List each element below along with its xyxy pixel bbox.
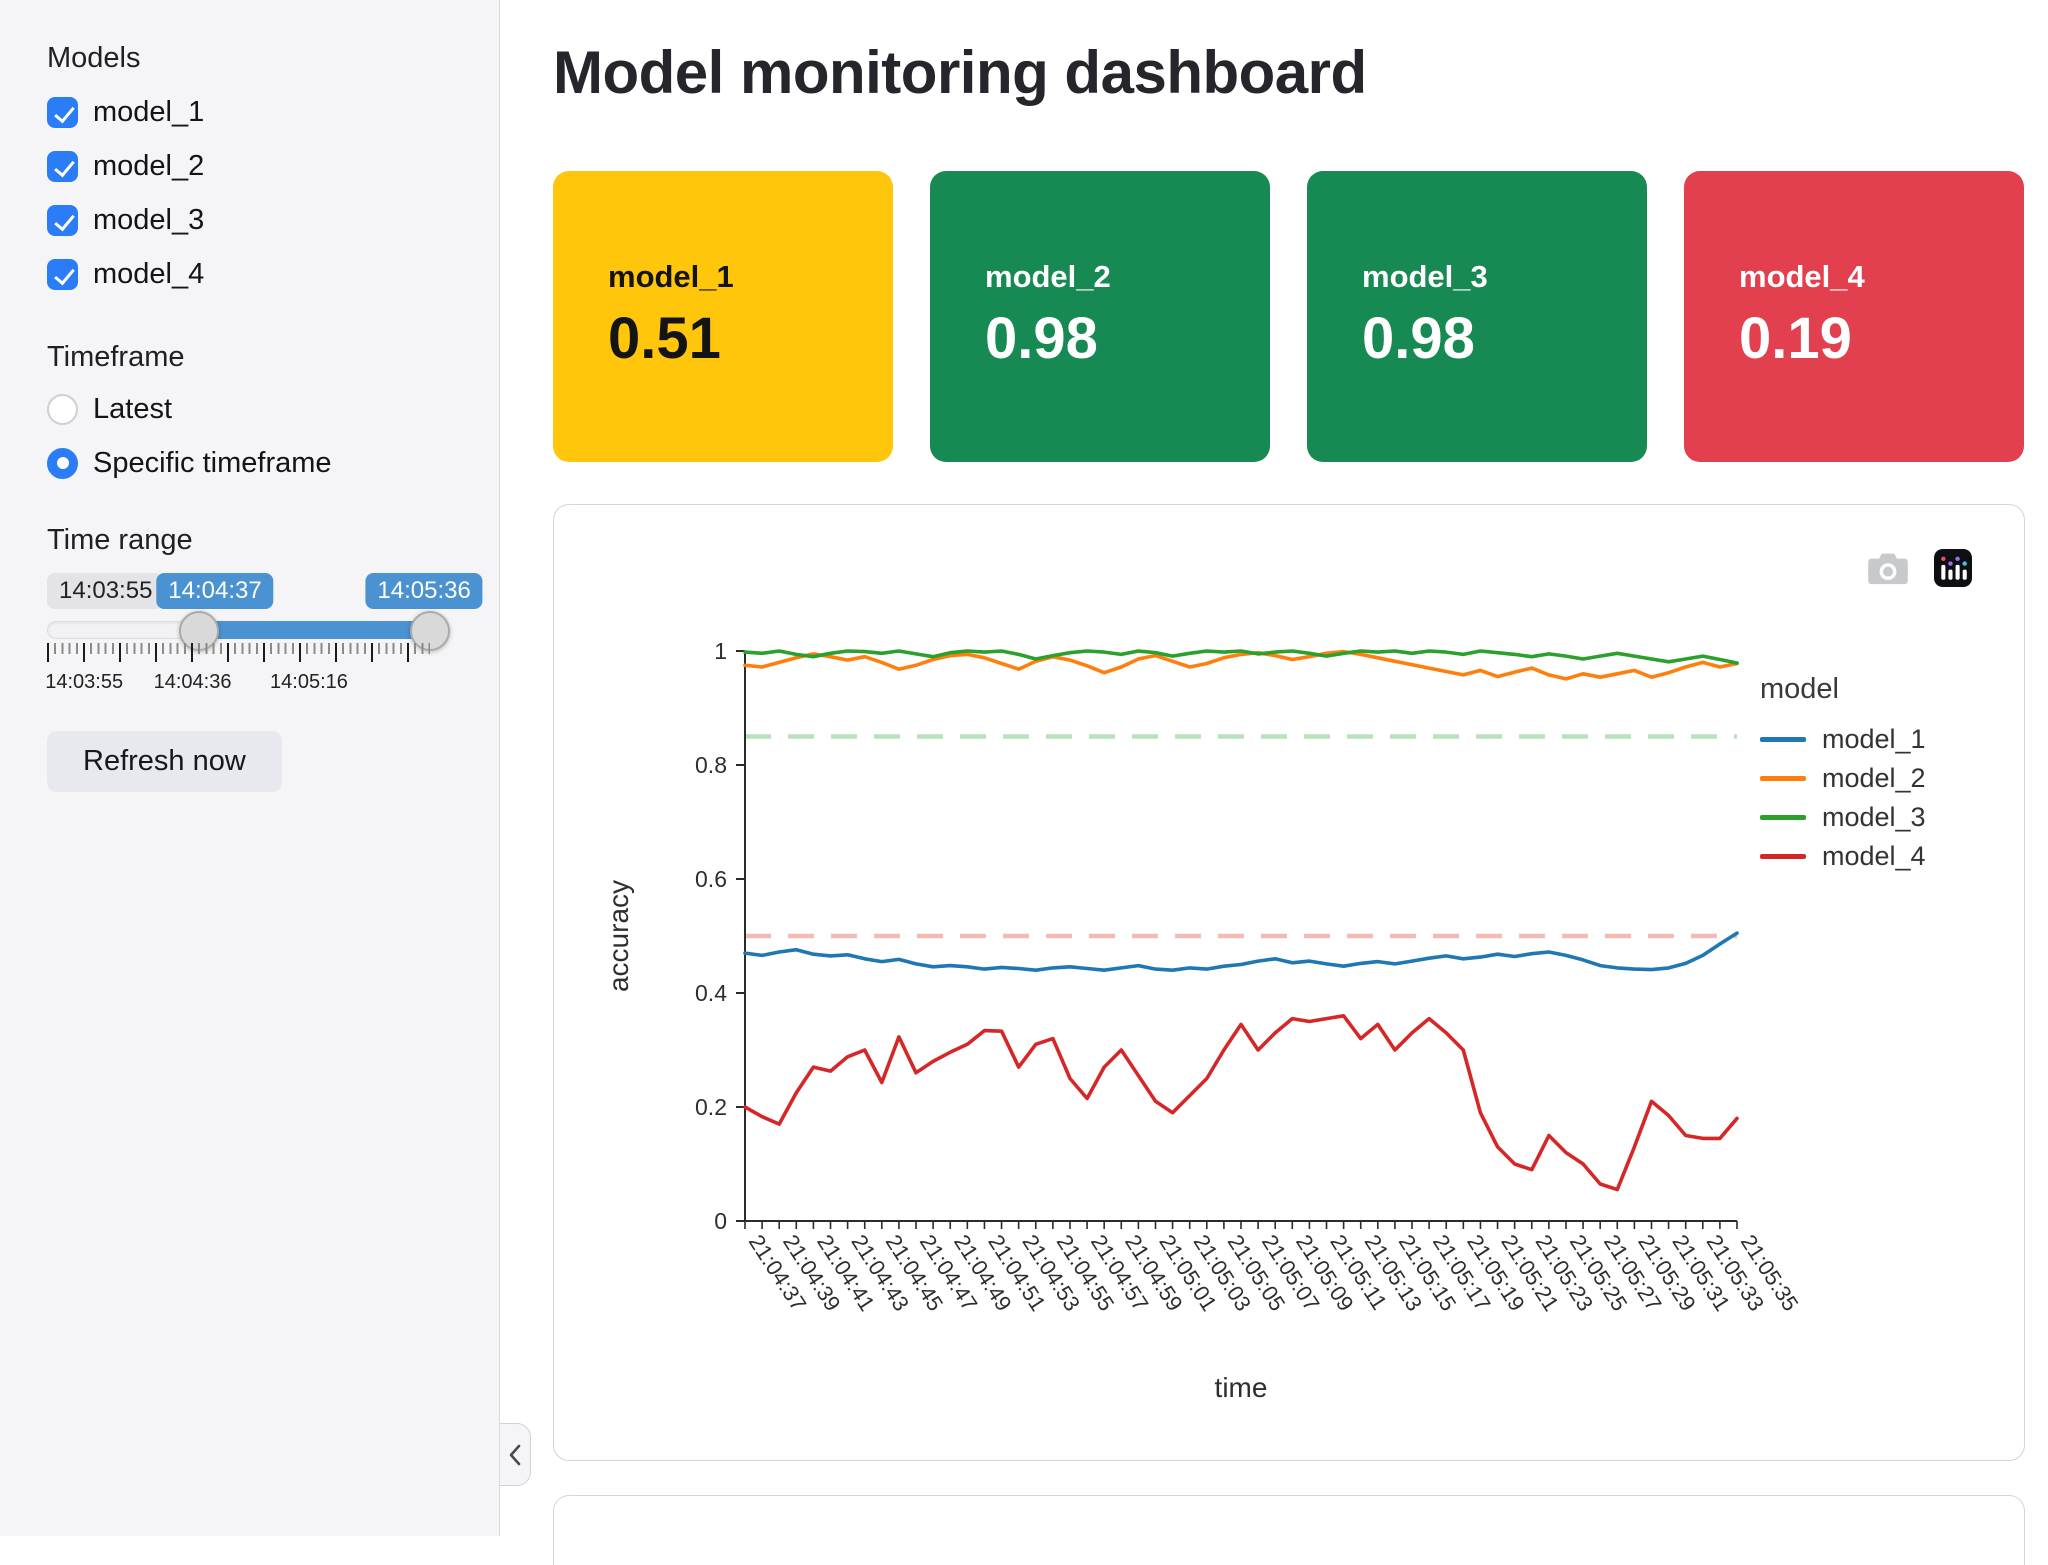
legend-label: model_4	[1822, 841, 1926, 871]
metric-card-model-1: model_1 0.51	[553, 171, 893, 462]
checkbox-label: model_1	[93, 95, 205, 128]
slider-axis-labels: 14:03:55 14:04:36 14:05:16	[45, 671, 430, 695]
checkbox-icon[interactable]	[47, 258, 78, 290]
legend-title: model	[1760, 673, 1839, 705]
plotly-modebar	[1868, 549, 1972, 587]
sidebar: Models model_1 model_2 model_3 model_4 T…	[0, 0, 500, 1536]
radio-specific-timeframe[interactable]: Specific timeframe	[47, 442, 499, 484]
metric-label: model_3	[1362, 259, 1488, 294]
radio-latest[interactable]: Latest	[47, 388, 499, 430]
plotly-logo-icon[interactable]	[1934, 549, 1972, 587]
checkbox-label: model_4	[93, 257, 205, 290]
slider-major-ticks	[47, 643, 430, 662]
metric-value: 0.98	[1362, 306, 1475, 371]
svg-text:0.8: 0.8	[695, 752, 727, 778]
svg-text:0.4: 0.4	[695, 980, 727, 1006]
svg-text:0.6: 0.6	[695, 866, 727, 892]
chart-legend: model model_1 model_2 model_3 model_4	[1760, 673, 2020, 876]
legend-label: model_2	[1822, 763, 1926, 793]
legend-swatch	[1760, 854, 1806, 859]
metric-card-model-2: model_2 0.98	[930, 171, 1270, 462]
main-content: Model monitoring dashboard model_1 0.51 …	[501, 0, 2048, 1565]
svg-text:0: 0	[714, 1208, 727, 1234]
model-checkbox-group: model_1 model_2 model_3 model_4	[47, 91, 499, 295]
time-range-section-label: Time range	[47, 524, 193, 556]
slider-axis-label: 14:05:16	[270, 671, 348, 693]
radio-label: Specific timeframe	[93, 446, 332, 479]
svg-text:1: 1	[714, 638, 727, 664]
camera-icon[interactable]	[1868, 552, 1908, 585]
checkbox-model-3[interactable]: model_3	[47, 199, 499, 241]
metric-value: 0.98	[985, 306, 1098, 371]
app-root: Models model_1 model_2 model_3 model_4 T…	[0, 0, 2048, 1565]
metric-value: 0.51	[608, 306, 721, 371]
legend-item-model_4[interactable]: model_4	[1760, 837, 2020, 876]
legend-item-model_1[interactable]: model_1	[1760, 720, 2020, 759]
timeframe-radio-group: Latest Specific timeframe	[47, 388, 499, 484]
radio-icon[interactable]	[47, 393, 78, 425]
slider-tick-ruler	[47, 643, 430, 663]
metric-value: 0.19	[1739, 306, 1852, 371]
metric-label: model_2	[985, 259, 1111, 294]
legend-label: model_1	[1822, 724, 1926, 754]
legend-item-model_3[interactable]: model_3	[1760, 798, 2020, 837]
slider-axis-label: 14:03:55	[45, 671, 124, 693]
metric-card-model-3: model_3 0.98	[1307, 171, 1647, 462]
timeframe-section-label: Timeframe	[47, 341, 185, 373]
checkbox-icon[interactable]	[47, 204, 78, 236]
svg-text:0.2: 0.2	[695, 1094, 727, 1120]
page-title: Model monitoring dashboard	[553, 39, 1367, 106]
slider-upper-value: 14:05:36	[365, 573, 483, 609]
svg-text:time: time	[1215, 1372, 1268, 1403]
svg-text:accuracy: accuracy	[603, 880, 634, 992]
slider-axis-label: 14:04:36	[153, 671, 232, 693]
legend-swatch	[1760, 737, 1806, 742]
legend-swatch	[1760, 776, 1806, 781]
checkbox-model-1[interactable]: model_1	[47, 91, 499, 133]
accuracy-line-chart[interactable]: 00.20.40.60.8121:04:3721:04:3921:04:4121…	[554, 505, 2024, 1460]
legend-swatch	[1760, 815, 1806, 820]
refresh-now-button[interactable]: Refresh now	[47, 731, 282, 792]
checkbox-model-4[interactable]: model_4	[47, 253, 499, 295]
checkbox-label: model_2	[93, 149, 205, 182]
metric-label: model_1	[608, 259, 734, 294]
legend-label: model_3	[1822, 802, 1926, 832]
next-section-card	[553, 1495, 2025, 1565]
slider-min-readout: 14:03:55	[47, 573, 165, 609]
checkbox-label: model_3	[93, 203, 205, 236]
metric-card-model-4: model_4 0.19	[1684, 171, 2024, 462]
checkbox-model-2[interactable]: model_2	[47, 145, 499, 187]
checkbox-icon[interactable]	[47, 150, 78, 182]
models-section-label: Models	[47, 42, 141, 74]
legend-item-model_2[interactable]: model_2	[1760, 759, 2020, 798]
checkbox-icon[interactable]	[47, 96, 78, 128]
radio-label: Latest	[93, 392, 172, 425]
metric-label: model_4	[1739, 259, 1865, 294]
slider-lower-value: 14:04:37	[156, 573, 274, 609]
time-range-slider[interactable]: 14:03:55 14:04:37 14:05:36 14:03:55 14:0…	[45, 573, 483, 701]
accuracy-chart-card: 0 0.2 0.4 0.6 0.8 1 21:04:37 21:04:39 21:04:41 21…	[553, 504, 2025, 1461]
metric-cards-row: model_1 0.51 model_2 0.98 model_3 0.98 m…	[553, 171, 2025, 462]
radio-icon[interactable]	[47, 447, 78, 479]
